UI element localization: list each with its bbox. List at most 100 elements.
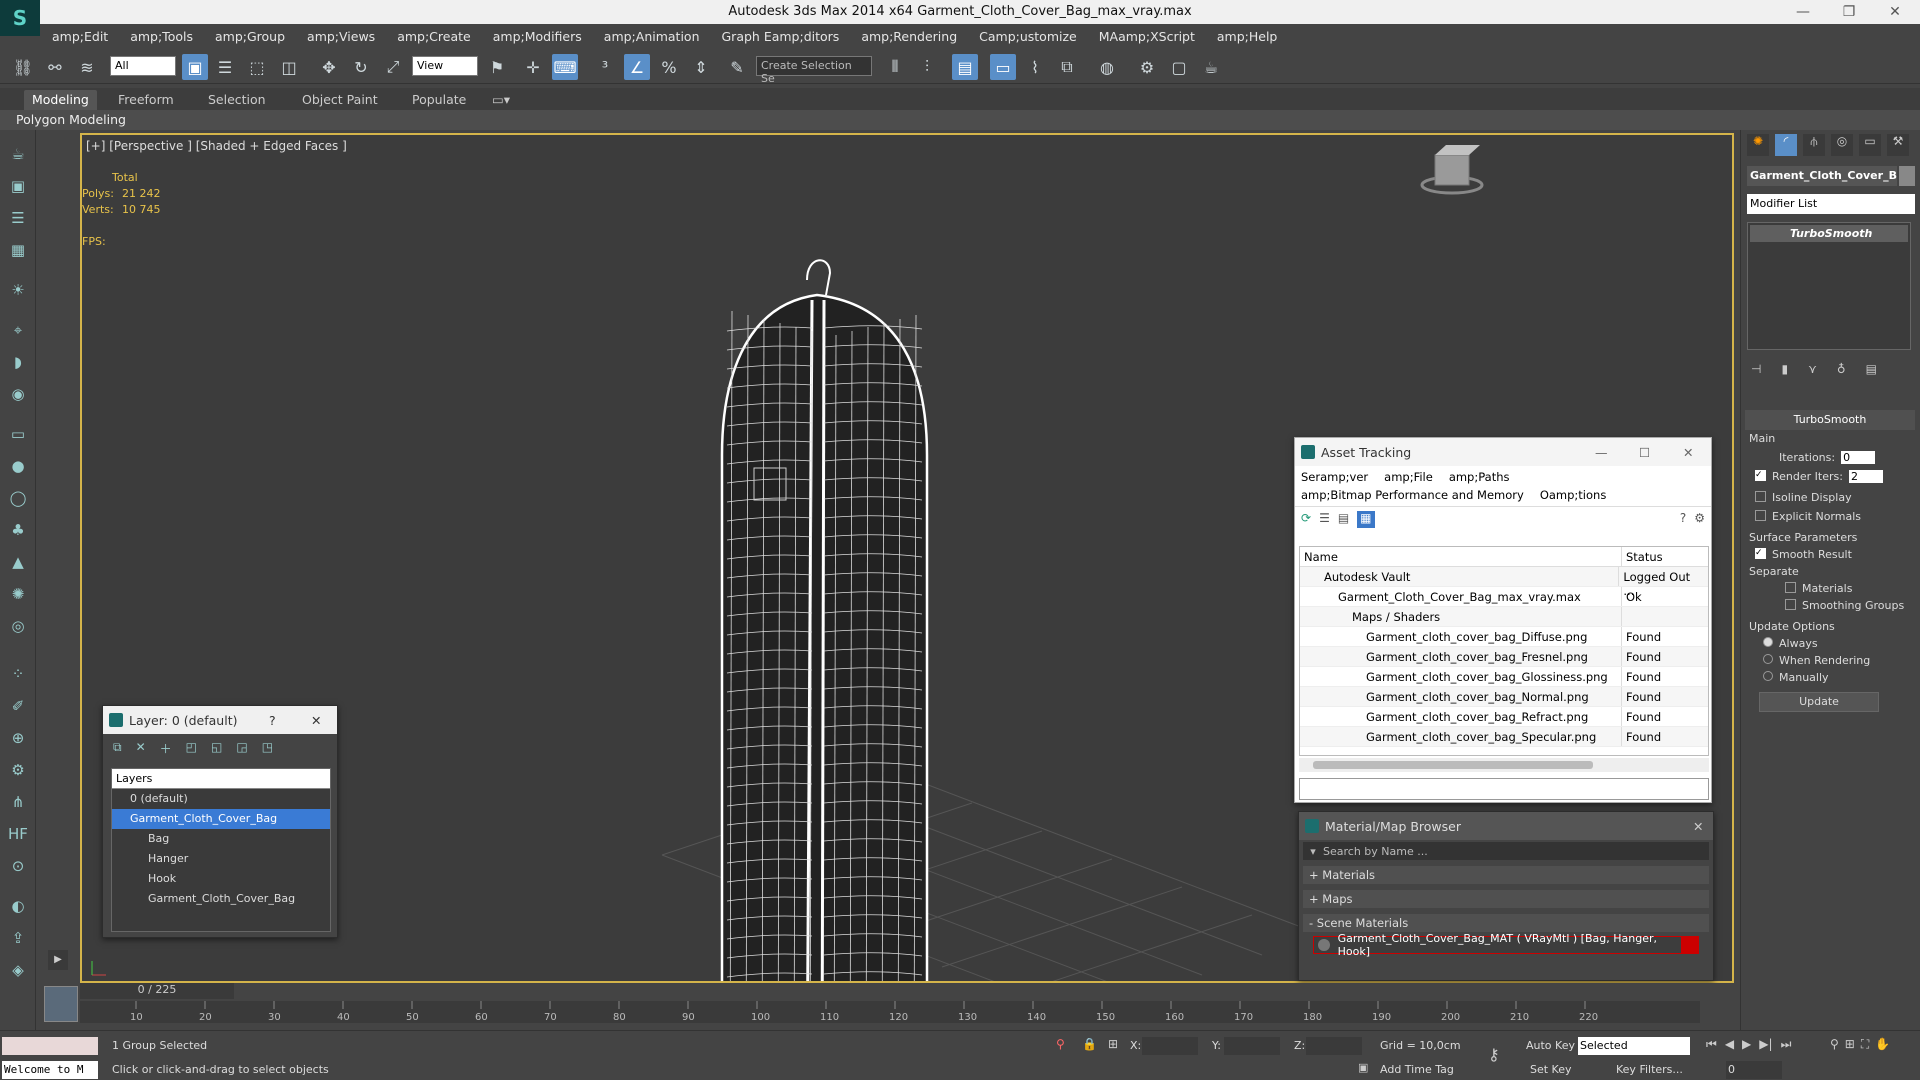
teapot-icon[interactable]: ☕: [6, 142, 30, 166]
current-frame-field[interactable]: 0: [1726, 1061, 1782, 1079]
goto-start-icon[interactable]: ⏮: [1706, 1037, 1717, 1052]
asset-row[interactable]: Garment_cloth_cover_bag_Diffuse.png Found: [1300, 627, 1708, 647]
teapot-shape-icon[interactable]: ♣: [6, 518, 30, 542]
display-tab-icon[interactable]: ▭: [1859, 134, 1881, 156]
layer-row[interactable]: Bag: [112, 829, 330, 849]
welcome-text[interactable]: Welcome to M: [2, 1061, 98, 1079]
menu-item[interactable]: Camp;ustomize: [979, 29, 1077, 44]
menu-paths[interactable]: amp;Paths: [1449, 470, 1510, 484]
maxscript-icon[interactable]: ◈: [6, 958, 30, 982]
menu-options[interactable]: Oamp;tions: [1540, 488, 1607, 502]
close-icon[interactable]: ✕: [1683, 445, 1693, 460]
zoom-extents-icon[interactable]: ⛶: [1861, 1037, 1869, 1052]
render-iters-spinner[interactable]: 2: [1848, 470, 1883, 483]
track-bar[interactable]: 10 20 30 40 50 60 70 80 90 100 110 120 130 140 150 160 1…: [80, 1001, 1700, 1023]
percent-snap-icon[interactable]: %: [656, 54, 682, 80]
keyboard-shortcut-icon[interactable]: ⌨: [552, 54, 578, 80]
angle-snap-icon[interactable]: ∠: [624, 54, 650, 80]
layers-column-header[interactable]: Layers: [112, 769, 330, 789]
table-view-icon[interactable]: ▦: [1357, 511, 1375, 528]
menu-bitmap-performance[interactable]: amp;Bitmap Performance and Memory: [1301, 488, 1524, 502]
help-icon[interactable]: ?: [1680, 511, 1686, 528]
layer-row[interactable]: 0 (default): [112, 789, 330, 809]
utilities-tab-icon[interactable]: ⚒: [1887, 134, 1909, 156]
app-logo-icon[interactable]: S: [0, 0, 40, 36]
expand-strip-icon[interactable]: ▶: [48, 950, 68, 970]
list-view-icon[interactable]: ☰: [1319, 511, 1330, 528]
named-selection-input[interactable]: Create Selection Se: [756, 56, 872, 85]
menu-item[interactable]: amp;Views: [307, 29, 375, 44]
menu-item[interactable]: Graph Eamp;ditors: [722, 29, 840, 44]
asset-row[interactable]: Garment_cloth_cover_bag_Refract.png Found: [1300, 707, 1708, 727]
torus-icon[interactable]: ◎: [6, 614, 30, 638]
export-icon[interactable]: ⇪: [6, 926, 30, 950]
rect-selection-icon[interactable]: ⬚: [244, 54, 270, 80]
highlight-layer-icon[interactable]: ◱: [211, 740, 222, 756]
render-icon[interactable]: ▣: [6, 174, 30, 198]
menu-file[interactable]: amp;File: [1384, 470, 1433, 484]
key-mode-dropdown[interactable]: Selected: [1578, 1037, 1690, 1055]
grass-icon[interactable]: ⋔: [6, 790, 30, 814]
scrollbar-thumb[interactable]: [1313, 761, 1593, 769]
pan-icon[interactable]: ✋: [1875, 1037, 1890, 1052]
sphere-icon[interactable]: ●: [6, 454, 30, 478]
add-to-layer-icon[interactable]: ＋: [160, 740, 172, 756]
polygon-modeling-label[interactable]: Polygon Modeling: [16, 112, 126, 127]
menu-item[interactable]: amp;Create: [397, 29, 471, 44]
close-icon[interactable]: ✕: [1872, 0, 1918, 24]
layer-row[interactable]: Hook: [112, 869, 330, 889]
menu-item[interactable]: amp;Animation: [604, 29, 700, 44]
render-production-icon[interactable]: ☕: [1198, 54, 1224, 80]
select-object-icon[interactable]: ▣: [182, 54, 208, 80]
layer-row[interactable]: Garment_Cloth_Cover_Bag: [112, 889, 330, 909]
menu-item[interactable]: amp;Group: [215, 29, 285, 44]
ref-coord-dropdown[interactable]: View: [412, 56, 478, 76]
video-icon[interactable]: ◉: [6, 382, 30, 406]
filter-icon[interactable]: ▾: [1303, 845, 1323, 858]
menu-server[interactable]: Seramp;ver: [1301, 470, 1368, 484]
remove-modifier-icon[interactable]: ♁: [1837, 362, 1846, 376]
configure-sets-icon[interactable]: ▤: [1866, 362, 1877, 376]
globe-icon[interactable]: ◐: [6, 894, 30, 918]
tab-modeling[interactable]: Modeling: [24, 90, 97, 110]
selection-filter-dropdown[interactable]: All: [110, 56, 176, 76]
link-icon[interactable]: ⛓: [10, 54, 36, 80]
snaps-toggle-icon[interactable]: ³: [592, 54, 618, 80]
smoothing-groups-checkbox[interactable]: [1785, 599, 1796, 610]
z-field[interactable]: [1306, 1037, 1362, 1055]
layer-dialog-titlebar[interactable]: Layer: 0 (default) ? ✕: [103, 706, 337, 734]
schematic-view-icon[interactable]: ⧉: [1054, 54, 1080, 80]
select-by-name-icon[interactable]: ☰: [212, 54, 238, 80]
menu-item[interactable]: MAamp;XScript: [1099, 29, 1195, 44]
tab-object-paint[interactable]: Object Paint: [294, 90, 386, 110]
manually-radio[interactable]: [1763, 671, 1773, 681]
time-slider[interactable]: 0 / 225: [80, 983, 234, 999]
plane-icon[interactable]: ▭: [6, 422, 30, 446]
select-manipulate-icon[interactable]: ✛: [520, 54, 546, 80]
rotate-icon[interactable]: ↻: [348, 54, 374, 80]
maxscript-listener[interactable]: [2, 1037, 98, 1055]
ribbon-toggle-icon[interactable]: ▭: [990, 54, 1016, 80]
close-icon[interactable]: ✕: [311, 713, 321, 728]
asset-row[interactable]: Maps / Shaders: [1300, 607, 1708, 627]
prev-frame-icon[interactable]: ◀: [1725, 1037, 1734, 1052]
zoom-icon[interactable]: ⚲: [1830, 1037, 1839, 1052]
show-end-result-icon[interactable]: ▮: [1781, 362, 1788, 376]
modifier-stack-item[interactable]: TurboSmooth: [1750, 225, 1908, 242]
particles-icon[interactable]: ⁘: [6, 662, 30, 686]
detail-view-icon[interactable]: ▤: [1338, 511, 1349, 528]
layer-row[interactable]: Garment_Cloth_Cover_Bag: [112, 809, 330, 829]
align-icon[interactable]: ⫶: [914, 54, 940, 80]
bind-spacewarp-icon[interactable]: ≋: [74, 54, 100, 80]
turbosmooth-rollout[interactable]: TurboSmooth: [1745, 410, 1915, 430]
mini-curve-editor-icon[interactable]: [44, 986, 78, 1022]
geosphere-icon[interactable]: ◯: [6, 486, 30, 510]
set-key-button[interactable]: Set Key: [1530, 1063, 1572, 1076]
list-icon[interactable]: ☰: [6, 206, 30, 230]
compass-icon[interactable]: ⊕: [6, 726, 30, 750]
asset-path-field[interactable]: [1299, 778, 1709, 800]
render-iters-checkbox[interactable]: ✓: [1755, 470, 1766, 481]
render-setup-icon[interactable]: ⚙: [1134, 54, 1160, 80]
cone-icon[interactable]: ▲: [6, 550, 30, 574]
horizontal-scrollbar[interactable]: [1299, 758, 1709, 772]
